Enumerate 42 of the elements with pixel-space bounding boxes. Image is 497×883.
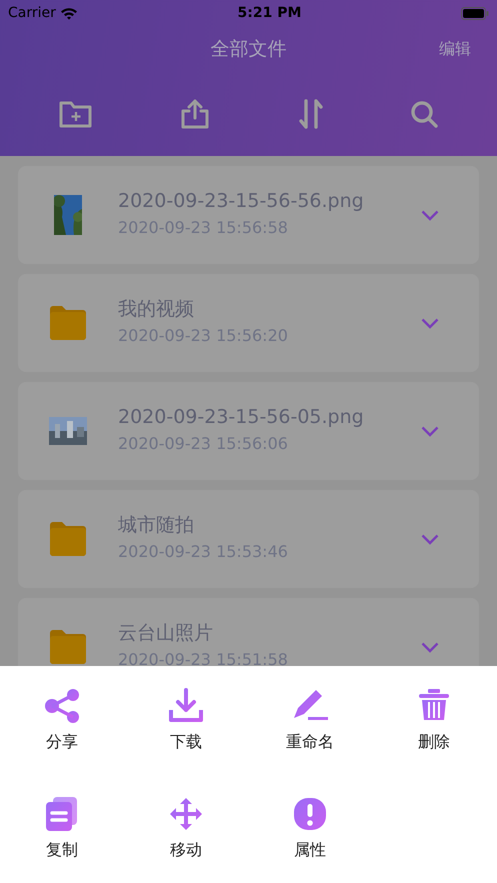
action-button[interactable]: 删除 bbox=[372, 676, 496, 784]
battery-icon bbox=[461, 6, 489, 20]
action-button[interactable]: 下载 bbox=[124, 676, 248, 784]
sort-button[interactable] bbox=[298, 98, 324, 130]
chevron-down-icon bbox=[421, 534, 439, 544]
search-icon bbox=[410, 100, 438, 128]
clock-time: 5:21 PM bbox=[238, 4, 302, 22]
copy-icon bbox=[44, 796, 80, 832]
action-button[interactable]: 复制 bbox=[0, 784, 124, 883]
more-button[interactable] bbox=[421, 534, 439, 544]
move-arrows-icon bbox=[168, 796, 204, 832]
action-button[interactable]: 重命名 bbox=[248, 676, 372, 784]
chevron-down-icon bbox=[421, 426, 439, 436]
new-folder-button[interactable] bbox=[59, 99, 94, 129]
file-name: 我的视频 bbox=[118, 298, 195, 320]
share-icon bbox=[44, 688, 80, 724]
folder-plus-icon bbox=[59, 99, 94, 129]
action-button[interactable]: 分享 bbox=[0, 676, 124, 784]
upload-button[interactable] bbox=[179, 98, 212, 130]
folder-icon bbox=[50, 305, 86, 341]
more-button[interactable] bbox=[421, 426, 439, 436]
chevron-down-icon bbox=[421, 210, 439, 220]
action-button[interactable]: 属性 bbox=[248, 784, 372, 883]
file-name: 2020-09-23-15-56-05.png bbox=[118, 406, 365, 428]
file-name: 城市随拍 bbox=[118, 514, 195, 536]
folder-icon bbox=[50, 629, 86, 665]
more-button[interactable] bbox=[421, 210, 439, 220]
more-button[interactable] bbox=[421, 642, 439, 652]
action-button[interactable]: 移动 bbox=[124, 784, 248, 883]
folder-icon bbox=[50, 521, 86, 557]
chevron-down-icon bbox=[421, 318, 439, 328]
more-button[interactable] bbox=[421, 318, 439, 328]
upload-icon bbox=[179, 98, 212, 130]
file-name: 云台山照片 bbox=[118, 622, 214, 644]
download-icon bbox=[168, 688, 204, 724]
carrier-label: Carrier bbox=[8, 4, 56, 22]
search-button[interactable] bbox=[410, 100, 438, 128]
file-name: 2020-09-23-15-56-56.png bbox=[118, 190, 365, 212]
page-title: 全部文件 bbox=[210, 36, 286, 62]
wifi-icon bbox=[60, 6, 78, 20]
sort-icon bbox=[298, 98, 324, 130]
chevron-down-icon bbox=[421, 642, 439, 652]
